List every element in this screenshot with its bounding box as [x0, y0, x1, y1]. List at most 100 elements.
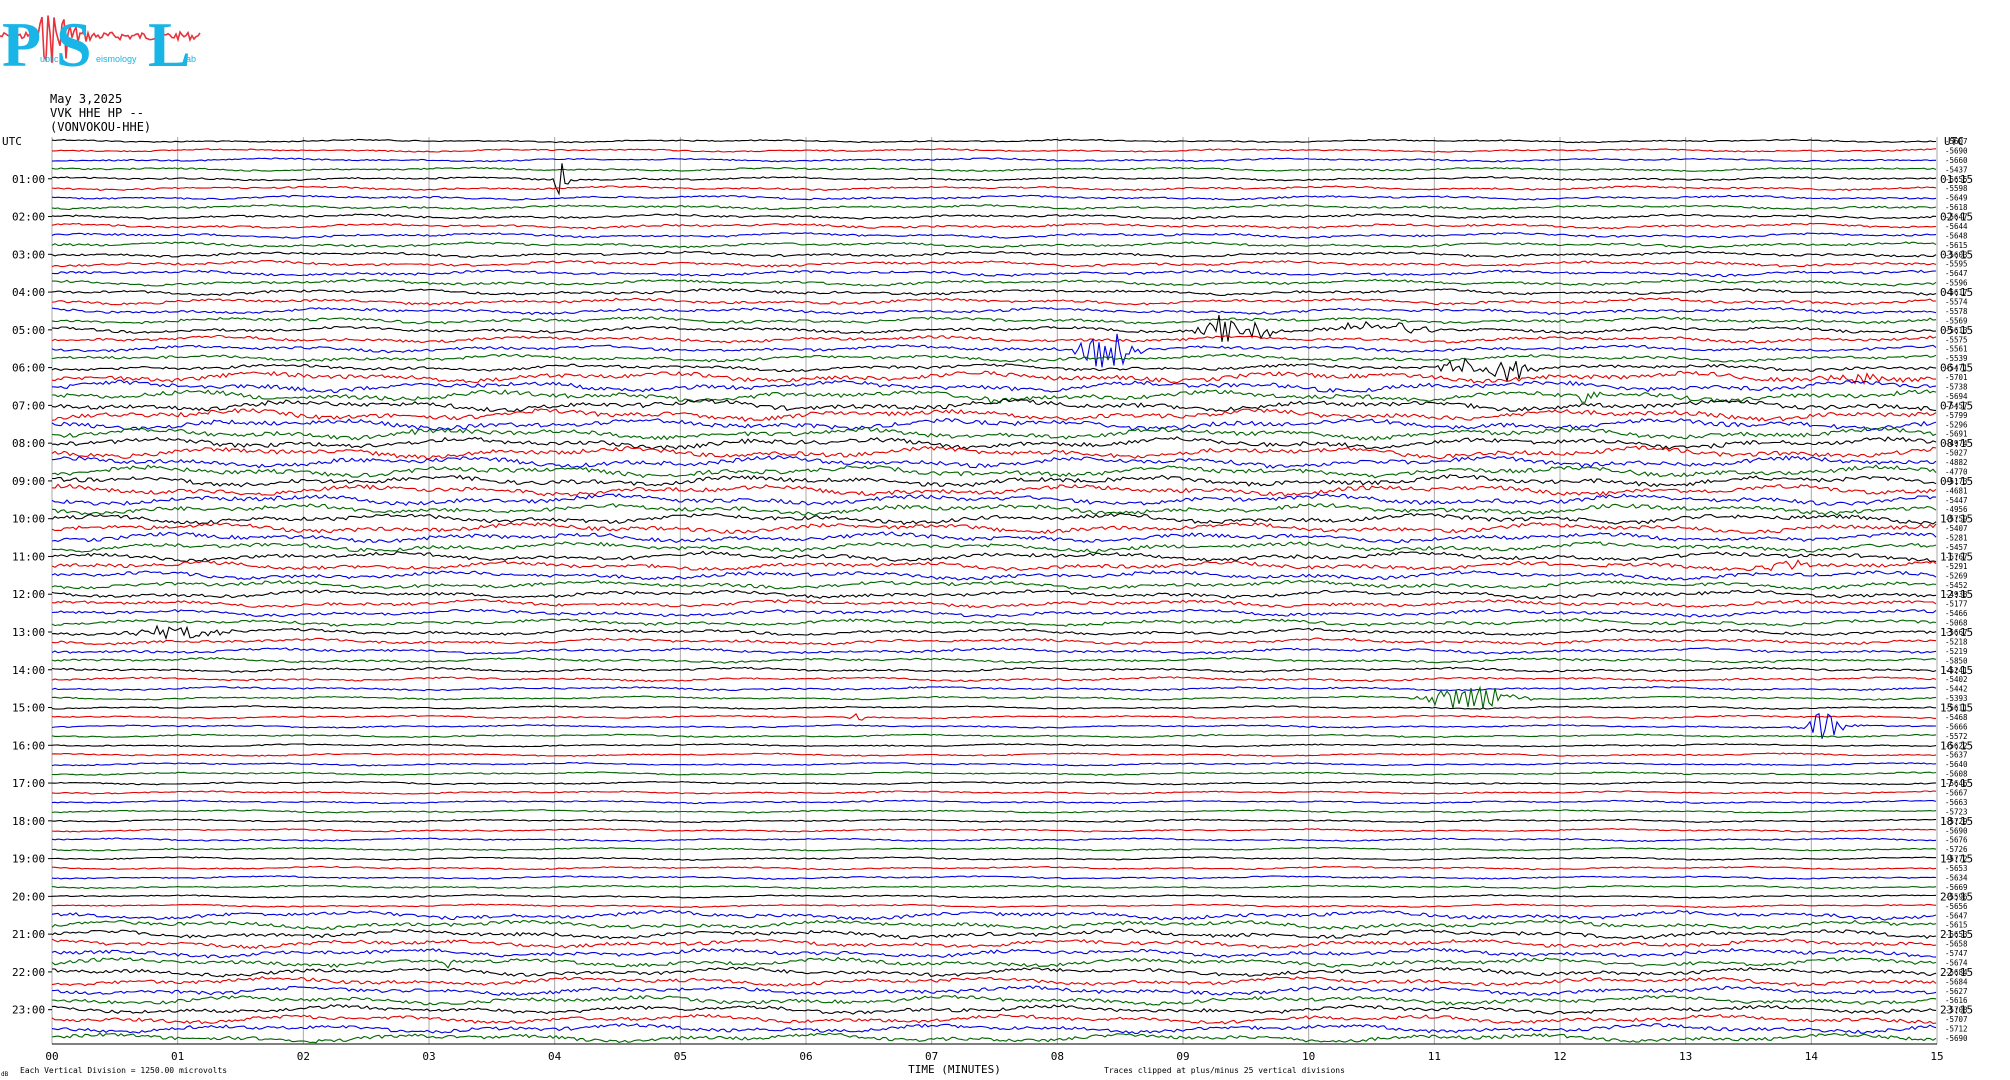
trace-offset-label: -5666 [1945, 722, 1968, 731]
x-tick-label: 11 [1428, 1050, 1441, 1063]
seismogram-trace [51, 647, 1937, 655]
seismogram-trace [51, 445, 1937, 460]
x-tick-label: 05 [674, 1050, 687, 1063]
right-hour-tick-label: 13:15 [1940, 626, 1973, 639]
left-hour-tick-label: 01:00 [12, 173, 45, 186]
x-tick-label: 09 [1176, 1050, 1189, 1063]
right-hour-tick-label: 05:15 [1940, 324, 1973, 337]
left-hour-tick-label: 19:00 [12, 853, 45, 866]
trace-offset-label: -5296 [1945, 420, 1968, 429]
seismogram-trace [51, 357, 1937, 382]
seismogram-trace [51, 1013, 1937, 1025]
seismogram-trace [51, 232, 1937, 239]
seismogram-trace [51, 559, 1937, 572]
right-hour-tick-label: 08:15 [1940, 437, 1973, 450]
seismogram-trace [51, 828, 1937, 833]
seismogram-trace [51, 762, 1937, 767]
right-hour-tick-label: 03:15 [1940, 248, 1973, 261]
x-tick-label: 01 [171, 1050, 184, 1063]
x-tick-label: 04 [548, 1050, 562, 1063]
seismogram-trace [52, 148, 1937, 153]
left-hour-tick-label: 04:00 [12, 286, 45, 299]
seismogram-trace [51, 994, 1937, 1006]
trace-offset-label: -5649 [1945, 194, 1968, 203]
x-tick-label: 12 [1553, 1050, 1566, 1063]
seismogram-trace [51, 550, 1937, 563]
seismogram-trace [51, 837, 1937, 842]
left-hour-tick-label: 02:00 [12, 211, 45, 224]
seismogram-trace [51, 780, 1937, 786]
right-hour-tick-label: 17:15 [1940, 777, 1973, 790]
right-hour-tick-label: 16:15 [1940, 739, 1973, 752]
right-hour-tick-label: 07:15 [1940, 399, 1973, 412]
seismogram-trace [51, 157, 1936, 163]
left-hour-tick-label: 08:00 [12, 437, 45, 450]
trace-offset-label: -5466 [1945, 609, 1968, 618]
seismogram-trace [51, 618, 1937, 627]
right-hour-tick-label: 15:15 [1940, 702, 1973, 715]
seismogram-trace [51, 705, 1937, 710]
seismogram-trace [51, 194, 1937, 201]
left-hour-tick-label: 14:00 [12, 664, 45, 677]
footer-corner-label: dB [1, 1071, 9, 1078]
seismogram-trace [51, 656, 1937, 664]
x-axis-title: TIME (MINUTES) [908, 1063, 1001, 1076]
seismogram-trace [51, 260, 1937, 268]
seismogram-trace [51, 436, 1937, 451]
footer-clip-note: Traces clipped at plus/minus 25 vertical… [1104, 1066, 1345, 1075]
seismogram-trace [51, 418, 1937, 432]
seismogram-trace [51, 685, 1937, 709]
trace-offset-label: -5269 [1945, 571, 1968, 580]
left-hour-tick-label: 22:00 [12, 966, 45, 979]
right-hour-tick-label: 01:15 [1940, 173, 1973, 186]
seismogram-trace [52, 856, 1937, 861]
trace-offset-label: -5738 [1945, 382, 1968, 391]
trace-offset-label: -5676 [1945, 836, 1968, 845]
right-hour-tick-label: 04:15 [1940, 286, 1973, 299]
x-tick-label: 13 [1679, 1050, 1692, 1063]
x-tick-label: 06 [799, 1050, 812, 1063]
trace-offset-label: -5219 [1945, 647, 1968, 656]
left-hour-tick-label: 13:00 [12, 626, 45, 639]
seismogram-trace [51, 966, 1937, 978]
seismogram-trace [51, 799, 1937, 805]
seismogram-trace [51, 269, 1937, 278]
seismogram-trace [51, 713, 1937, 721]
seismogram-trace [51, 570, 1937, 581]
seismogram-trace [51, 637, 1937, 646]
seismogram-trace [51, 166, 1937, 172]
seismogram-trace [51, 903, 1937, 909]
trace-offset-label: -5281 [1945, 534, 1968, 543]
seismogram-trace [51, 624, 1937, 641]
trace-offset-label: -5634 [1945, 873, 1968, 882]
seismogram-trace [51, 493, 1937, 507]
seismogram-trace [51, 1023, 1937, 1035]
seismogram-trace [51, 307, 1937, 316]
seismogram-trace [51, 185, 1937, 192]
right-hour-tick-label: 06:15 [1940, 362, 1973, 375]
trace-offset-label: -5660 [1945, 156, 1968, 165]
seismogram-trace [51, 1004, 1937, 1015]
trace-offset-label: -5627 [1945, 987, 1968, 996]
left-axis-title: UTC [2, 135, 22, 148]
seismogram-trace [51, 818, 1937, 824]
seismogram-trace [51, 407, 1937, 422]
trace-offset-label: -5663 [1945, 798, 1968, 807]
seismogram-trace [51, 163, 1937, 196]
trace-offset-label: -5647 [1945, 911, 1968, 920]
seismogram-trace [51, 483, 1937, 498]
seismogram-trace [51, 531, 1937, 544]
trace-offset-label: -4882 [1945, 458, 1968, 467]
footer-vertical-division: Each Vertical Division = 1250.00 microvo… [20, 1066, 227, 1075]
trace-offset-label: -5747 [1945, 949, 1968, 958]
seismogram-trace [51, 686, 1937, 692]
right-hour-tick-label: 09:15 [1940, 475, 1973, 488]
seismogram-trace [51, 370, 1936, 386]
seismogram-trace [51, 589, 1937, 600]
seismogram-trace [51, 521, 1937, 535]
left-hour-tick-label: 23:00 [12, 1004, 45, 1017]
seismogram-trace [51, 938, 1937, 949]
seismogram-trace [51, 884, 1937, 890]
left-hour-tick-label: 20:00 [12, 890, 45, 903]
x-tick-label: 03 [422, 1050, 435, 1063]
